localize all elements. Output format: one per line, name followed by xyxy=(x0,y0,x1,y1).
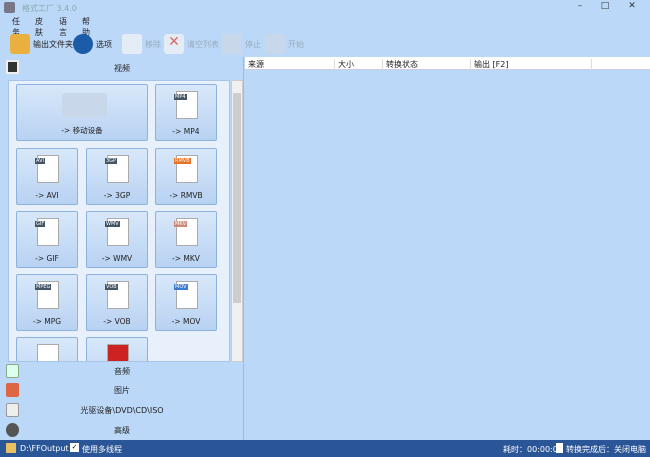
category-label: 高级 xyxy=(114,426,130,435)
file-icon: MKV xyxy=(174,218,198,246)
column-source[interactable]: 来源 xyxy=(245,59,335,70)
file-icon xyxy=(37,344,59,361)
status-bar: D:\FFOutput ✓ 使用多线程 耗时：00:00:00 转换完成后：关闭… xyxy=(0,440,650,457)
clear-list-button[interactable]: ✕ 清空列表 xyxy=(164,33,219,55)
tile-mov[interactable]: MOV -> MOV xyxy=(155,274,217,331)
tile-wmv[interactable]: WMV -> WMV xyxy=(86,211,148,268)
maximize-button[interactable]: □ xyxy=(595,1,615,14)
flash-icon xyxy=(107,344,129,361)
tile-gif[interactable]: GIF -> GIF xyxy=(16,211,78,268)
tile-label: -> VOB xyxy=(103,317,131,326)
file-icon: GIF xyxy=(35,218,59,246)
badge: WMV xyxy=(105,221,120,227)
badge: AVI xyxy=(35,158,45,164)
multithread-checkbox[interactable]: ✓ xyxy=(70,443,79,452)
multithread-label: 使用多线程 xyxy=(82,445,122,454)
badge: GIF xyxy=(35,221,46,227)
start-icon xyxy=(265,34,285,54)
category-image[interactable]: 图片 xyxy=(0,381,244,400)
tile-label: -> 3GP xyxy=(103,191,131,200)
file-icon: 3GP xyxy=(105,155,129,183)
category-disc[interactable]: 光驱设备\DVD\CD\ISO xyxy=(0,401,244,420)
output-path[interactable]: D:\FFOutput xyxy=(20,444,69,453)
category-advanced[interactable]: 高级 xyxy=(0,421,244,440)
tile-label: -> GIF xyxy=(35,254,59,263)
stop-icon xyxy=(222,34,242,54)
column-output[interactable]: 输出 [F2] xyxy=(471,59,592,70)
badge: RMVB xyxy=(174,158,191,164)
scrollbar-thumb[interactable] xyxy=(233,93,241,303)
options-button[interactable]: 选项 xyxy=(73,33,112,55)
label: 清空列表 xyxy=(187,39,219,49)
tile-label: -> MP4 xyxy=(172,127,200,136)
tile-label: -> WMV xyxy=(101,254,133,263)
clear-icon: ✕ xyxy=(164,34,184,54)
elapsed-time: 耗时：00:00:00 xyxy=(503,445,563,454)
folder-icon xyxy=(10,34,30,54)
tile-label: -> MKV xyxy=(172,254,200,263)
tile-label: -> MPG xyxy=(32,317,62,326)
badge: MP4 xyxy=(174,94,187,100)
tile-mkv[interactable]: MKV -> MKV xyxy=(155,211,217,268)
gear-icon xyxy=(73,34,93,54)
category-audio[interactable]: 音频 xyxy=(0,362,244,381)
app-icon xyxy=(4,2,15,13)
label: 输出文件夹 xyxy=(33,39,73,49)
folder-icon xyxy=(6,443,16,453)
column-status[interactable]: 转换状态 xyxy=(383,59,471,70)
tile-mobile[interactable]: -> 移动设备 xyxy=(16,84,148,141)
tile-mpg[interactable]: MPEG -> MPG xyxy=(16,274,78,331)
tile-label: -> AVI xyxy=(35,191,59,200)
file-icon: MP4 xyxy=(174,91,198,119)
file-icon: WMV xyxy=(105,218,129,246)
category-label: 图片 xyxy=(114,386,130,395)
tile-swf[interactable] xyxy=(16,337,78,361)
tile-label: -> 移动设备 xyxy=(61,126,103,135)
label: 停止 xyxy=(245,39,261,49)
tile-avi[interactable]: AVI -> AVI xyxy=(16,148,78,205)
tile-label: -> RMVB xyxy=(169,191,203,200)
category-label: 光驱设备\DVD\CD\ISO xyxy=(80,406,164,415)
tile-3gp[interactable]: 3GP -> 3GP xyxy=(86,148,148,205)
file-icon: RMVB xyxy=(174,155,198,183)
tile-flv[interactable] xyxy=(86,337,148,361)
mobile-device-icon xyxy=(62,93,107,117)
file-icon: MOV xyxy=(174,281,198,309)
tile-vob[interactable]: VOB -> VOB xyxy=(86,274,148,331)
label: 移除 xyxy=(145,39,161,49)
tile-label: -> MOV xyxy=(171,317,201,326)
label: 选项 xyxy=(96,39,112,49)
tile-rmvb[interactable]: RMVB -> RMVB xyxy=(155,148,217,205)
close-button[interactable]: ✕ xyxy=(622,1,642,14)
video-label: 视频 xyxy=(114,64,130,73)
video-format-grid: -> 移动设备 MP4 -> MP4 AVI -> AVI 3GP -> 3GP RM… xyxy=(8,80,230,362)
file-icon: VOB xyxy=(105,281,129,309)
start-button[interactable]: 开始 xyxy=(265,33,304,55)
app-title: 格式工厂 3.4.0 xyxy=(22,4,77,13)
badge: MOV xyxy=(174,284,188,290)
after-convert-label: 转换完成后：关闭电脑 xyxy=(566,445,646,454)
title-bar: 格式工厂 3.4.0 – □ ✕ xyxy=(0,0,650,15)
file-icon: MPEG xyxy=(35,281,59,309)
badge: MPEG xyxy=(35,284,52,290)
badge: MKV xyxy=(174,221,188,227)
output-folder-button[interactable]: 输出文件夹 xyxy=(10,33,73,55)
video-category-header[interactable]: 视频 xyxy=(0,58,244,76)
tile-mp4[interactable]: MP4 -> MP4 xyxy=(155,84,217,141)
file-icon: AVI xyxy=(35,155,59,183)
after-convert-checkbox[interactable] xyxy=(556,443,563,453)
column-size[interactable]: 大小 xyxy=(335,59,383,70)
category-label: 音频 xyxy=(114,367,130,376)
task-list-header: 来源 大小 转换状态 输出 [F2] xyxy=(245,57,650,70)
label: 开始 xyxy=(288,39,304,49)
stop-button[interactable]: 停止 xyxy=(222,33,261,55)
minimize-button[interactable]: – xyxy=(570,1,590,14)
task-list[interactable] xyxy=(245,57,650,440)
grid-scrollbar[interactable] xyxy=(231,80,243,362)
remove-button[interactable]: 移除 xyxy=(122,33,161,55)
badge: VOB xyxy=(105,284,118,290)
remove-icon xyxy=(122,34,142,54)
badge: 3GP xyxy=(105,158,118,164)
